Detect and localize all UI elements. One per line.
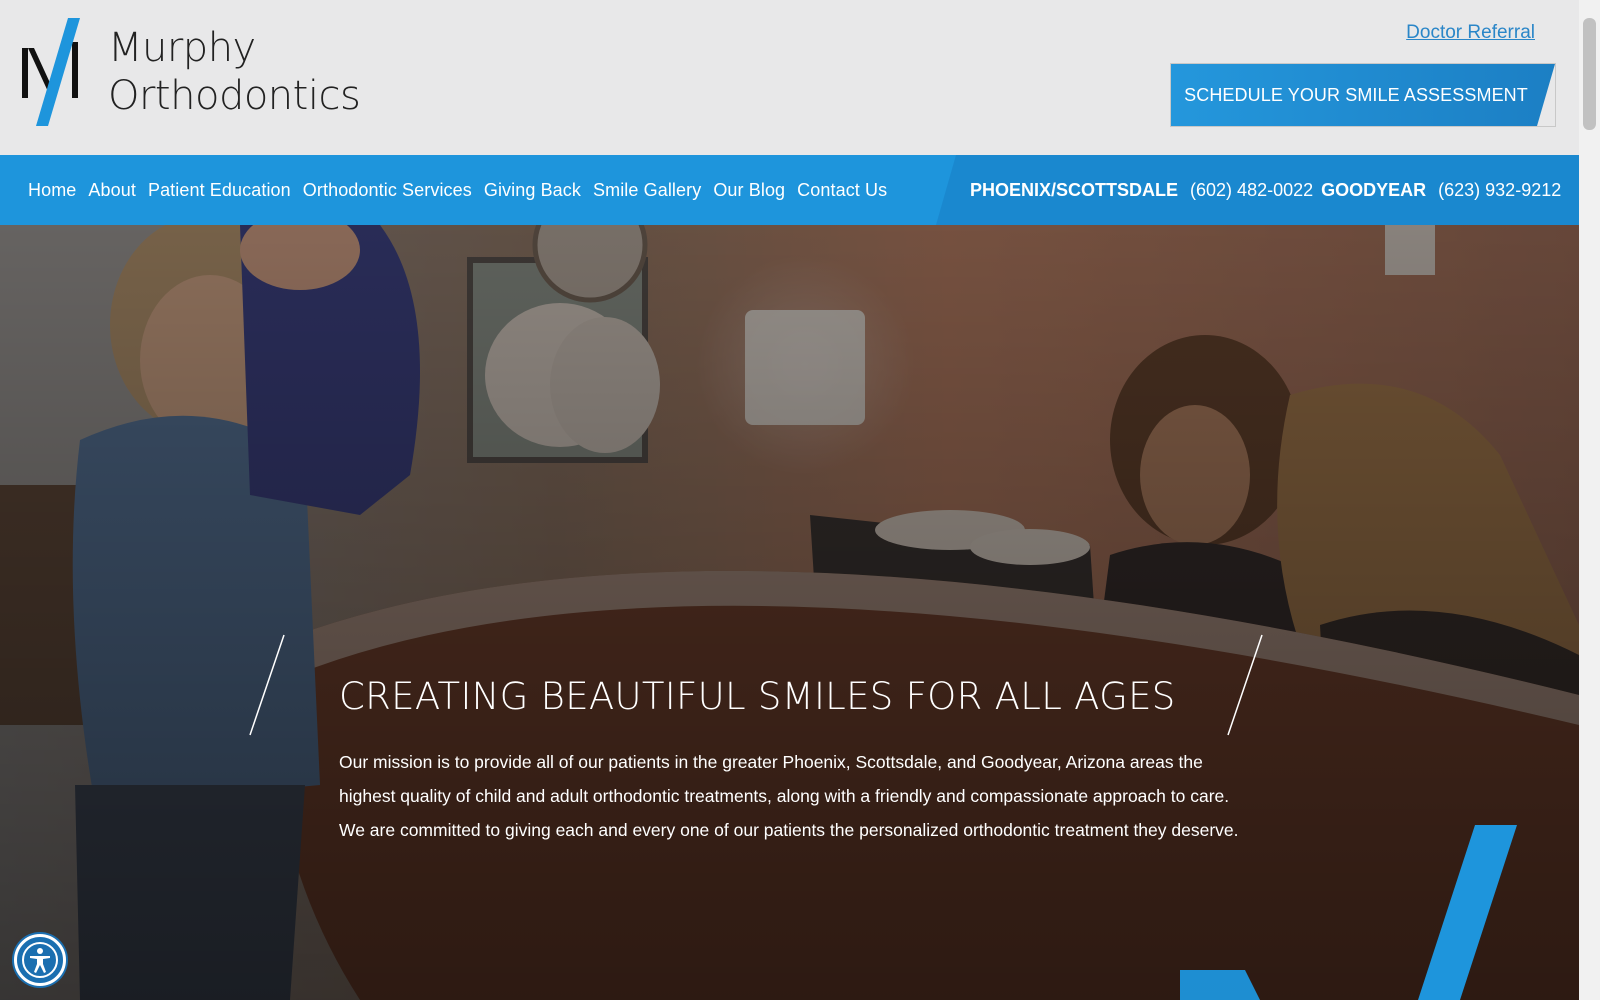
- doctor-referral-link[interactable]: Doctor Referral: [1406, 22, 1535, 44]
- brand-name: Murphy Orthodontics: [108, 24, 361, 120]
- nav-item-orthodontic-services[interactable]: Orthodontic Services: [303, 180, 472, 201]
- scrollbar-thumb[interactable]: [1583, 18, 1596, 130]
- hero-section: CREATING BEAUTIFUL SMILES FOR ALL AGES O…: [0, 225, 1579, 1000]
- location-goodyear: GOODYEAR: [1321, 179, 1427, 200]
- phone-bar: PHOENIX/SCOTTSDALE (602) 482-0022 GOODYE…: [936, 155, 1579, 225]
- nav-item-giving-back[interactable]: Giving Back: [484, 180, 581, 201]
- m-logo-icon: [22, 18, 80, 126]
- phone-list: PHOENIX/SCOTTSDALE (602) 482-0022 GOODYE…: [970, 155, 1569, 225]
- page-scrollbar[interactable]: [1579, 0, 1600, 1000]
- phone-phoenix-scottsdale[interactable]: (602) 482-0022: [1190, 180, 1313, 201]
- cta-label: SCHEDULE YOUR SMILE ASSESSMENT: [1184, 85, 1528, 105]
- nav-item-about[interactable]: About: [88, 180, 136, 201]
- brand-name-line2: Orthodontics: [108, 73, 361, 119]
- location-phoenix-scottsdale: PHOENIX/SCOTTSDALE: [970, 179, 1179, 200]
- accessibility-icon: [22, 942, 58, 978]
- accessibility-button[interactable]: [14, 934, 66, 986]
- phone-goodyear[interactable]: (623) 932-9212: [1438, 180, 1561, 201]
- nav-item-home[interactable]: Home: [28, 180, 76, 201]
- hero-background-image: [0, 225, 1579, 1000]
- main-nav: Home About Patient Education Orthodontic…: [0, 155, 1579, 225]
- schedule-assessment-button[interactable]: SCHEDULE YOUR SMILE ASSESSMENT: [1170, 63, 1556, 127]
- nav-item-our-blog[interactable]: Our Blog: [713, 180, 785, 201]
- hero-mission-text: Our mission is to provide all of our pat…: [339, 752, 1239, 840]
- hero-title: CREATING BEAUTIFUL SMILES FOR ALL AGES: [339, 675, 1176, 718]
- nav-item-contact-us[interactable]: Contact Us: [797, 180, 887, 201]
- nav-item-patient-education[interactable]: Patient Education: [148, 180, 291, 201]
- nav-item-smile-gallery[interactable]: Smile Gallery: [593, 180, 701, 201]
- nav-links: Home About Patient Education Orthodontic…: [28, 155, 899, 225]
- site-header: Murphy Orthodontics Doctor Referral SCHE…: [0, 0, 1579, 155]
- site-logo[interactable]: Murphy Orthodontics: [20, 18, 361, 130]
- brand-name-line1: Murphy: [108, 25, 256, 71]
